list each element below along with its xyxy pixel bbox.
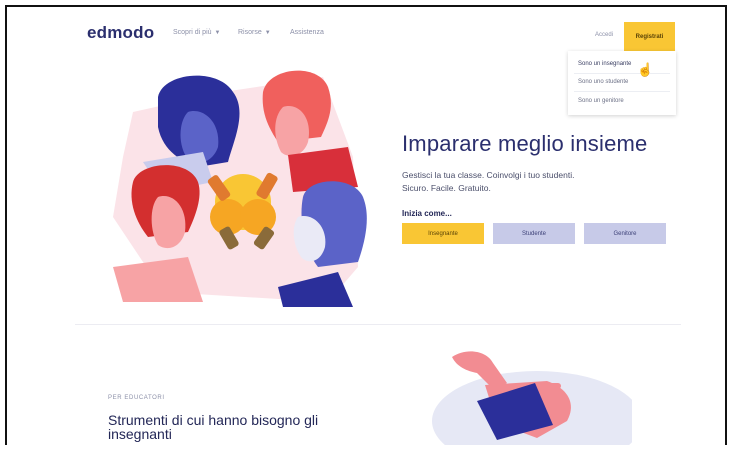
dropdown-item-parent[interactable]: Sono un genitore <box>578 98 624 104</box>
hero-title: Imparare meglio insieme <box>402 131 648 156</box>
educator-illustration <box>432 351 632 445</box>
student-button[interactable]: Studente <box>493 223 575 244</box>
nav-assistenza[interactable]: Assistenza <box>290 29 324 36</box>
hero-subtitle-line: Gestisci la tua classe. Coinvolgi i tuo … <box>402 170 575 180</box>
nav-risorse[interactable]: Risorse ▼ <box>238 29 271 36</box>
section-title: Strumenti di cui hanno bisogno gli inseg… <box>108 412 319 442</box>
hero-subtitle: Gestisci la tua classe. Coinvolgi i tuo … <box>402 169 574 195</box>
section-divider <box>75 324 681 325</box>
nav-scopri[interactable]: Scopri di più ▼ <box>173 29 220 36</box>
section-eyebrow: PER EDUCATORI <box>108 395 165 401</box>
signup-dropdown-menu: Sono un insegnante Sono uno studente Son… <box>568 51 676 115</box>
edmodo-logo[interactable]: edmodo <box>87 23 154 43</box>
parent-button[interactable]: Genitore <box>584 223 666 244</box>
browser-viewport: edmodo Scopri di più ▼ Risorse ▼ Assistenz… <box>5 5 727 445</box>
hero-subtitle-line: Sicuro. Facile. Gratuito. <box>402 183 491 193</box>
dropdown-item-teacher[interactable]: Sono un insegnante <box>578 61 631 67</box>
signup-button[interactable]: Registrati <box>624 22 675 51</box>
dropdown-divider <box>574 73 670 74</box>
dropdown-divider <box>574 91 670 92</box>
teacher-button[interactable]: Insegnante <box>402 223 484 244</box>
chevron-down-icon: ▼ <box>214 30 221 36</box>
top-navigation: edmodo Scopri di più ▼ Risorse ▼ Assistenz… <box>7 7 725 51</box>
nav-scopri-label: Scopri di più <box>173 29 212 36</box>
nav-risorse-label: Risorse <box>238 29 262 36</box>
dropdown-item-student[interactable]: Sono uno studente <box>578 79 628 85</box>
login-link[interactable]: Accedi <box>595 32 613 38</box>
hero-illustration <box>113 70 367 307</box>
chevron-down-icon: ▼ <box>264 30 271 36</box>
start-as-label: Inizia come... <box>402 209 452 218</box>
hand-cursor-icon: ☝ <box>637 62 654 77</box>
